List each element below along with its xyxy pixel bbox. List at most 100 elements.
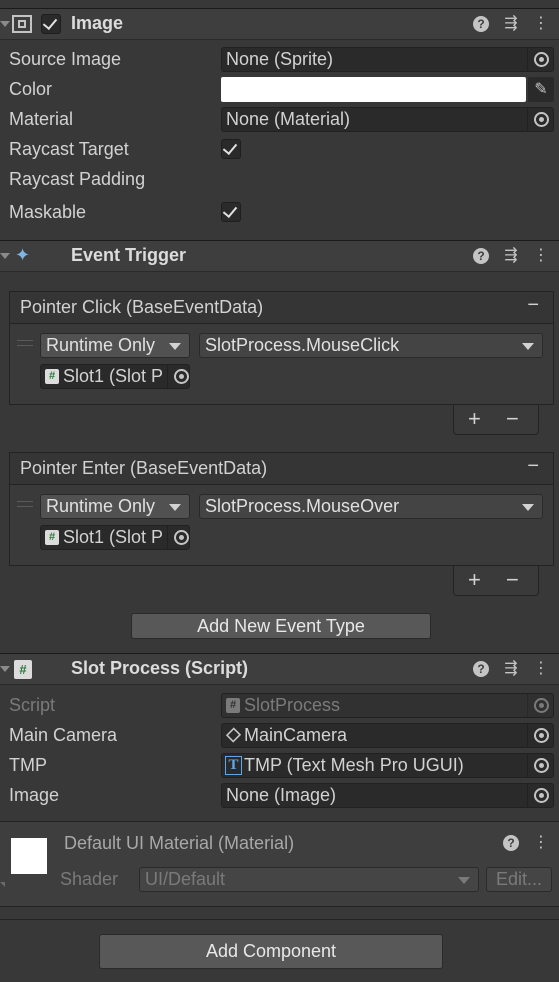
remove-listener-button[interactable]: −	[506, 567, 519, 593]
help-icon[interactable]: ?	[473, 248, 489, 264]
foldout-arrow-icon[interactable]	[0, 253, 10, 259]
more-options-icon[interactable]: ⋮	[533, 247, 549, 265]
image-enabled-checkbox[interactable]	[41, 14, 61, 34]
component-title: Event Trigger	[71, 245, 187, 265]
main-camera-value: MainCamera	[244, 725, 348, 745]
raycast-target-checkbox[interactable]	[221, 139, 241, 159]
image-component-icon	[12, 15, 32, 33]
script-icon: #	[14, 660, 32, 679]
more-options-icon[interactable]: ⋮	[533, 834, 549, 852]
remove-listener-button[interactable]: −	[506, 406, 519, 432]
script-label: Script	[9, 695, 56, 715]
runtime-mode-dropdown[interactable]: Runtime Only	[40, 494, 190, 519]
raycast-target-label: Raycast Target	[9, 139, 129, 159]
image-field[interactable]: None (Image)	[221, 783, 554, 808]
shader-value: UI/Default	[145, 869, 226, 889]
source-image-value: None (Sprite)	[226, 49, 334, 69]
source-image-field[interactable]: None (Sprite)	[221, 47, 554, 72]
checkmark-icon	[222, 202, 238, 219]
presets-icon[interactable]: ⇶	[503, 247, 519, 265]
object-picker-icon[interactable]	[527, 108, 553, 131]
slot-process-header[interactable]: # Slot Process (Script) ? ⇶ ⋮	[0, 653, 559, 685]
chevron-down-icon	[169, 504, 181, 511]
script-icon: #	[226, 698, 240, 713]
foldout-arrow-icon[interactable]	[0, 882, 5, 887]
material-preview-thumbnail	[11, 838, 47, 874]
raycast-padding-foldout[interactable]: Raycast Padding	[9, 169, 145, 190]
chevron-down-icon	[169, 343, 181, 350]
event-entry-title: Pointer Click (BaseEventData)	[20, 297, 264, 317]
target-object-field[interactable]: # Slot1 (Slot P	[40, 525, 190, 550]
object-picker-icon[interactable]	[167, 365, 189, 388]
image-component-header[interactable]: Image ? ⇶ ⋮	[0, 8, 559, 40]
event-trigger-header[interactable]: ✦ Event Trigger ? ⇶ ⋮	[0, 240, 559, 272]
runtime-mode-value: Runtime Only	[46, 335, 156, 355]
shader-label: Shader	[60, 869, 119, 889]
object-picker-icon[interactable]	[527, 784, 553, 807]
shader-dropdown[interactable]: UI/Default	[139, 867, 479, 892]
object-picker-icon	[527, 694, 553, 717]
foldout-arrow-icon[interactable]	[0, 666, 10, 672]
target-object-field[interactable]: # Slot1 (Slot P	[40, 364, 190, 389]
add-listener-button[interactable]: +	[468, 567, 481, 593]
tmp-value: TMP (Text Mesh Pro UGUI)	[244, 755, 464, 775]
remove-event-button[interactable]: −	[527, 455, 539, 478]
help-icon[interactable]: ?	[473, 16, 489, 32]
event-entry-title: Pointer Enter (BaseEventData)	[20, 458, 268, 478]
material-field[interactable]: None (Material)	[221, 107, 554, 132]
object-picker-icon[interactable]	[167, 526, 189, 549]
chevron-down-icon	[522, 343, 534, 350]
target-object-value: Slot1 (Slot P	[63, 366, 164, 386]
runtime-mode-value: Runtime Only	[46, 496, 156, 516]
help-icon[interactable]: ?	[473, 661, 489, 677]
material-label: Material	[9, 109, 74, 129]
event-trigger-icon: ✦	[15, 245, 31, 265]
presets-icon[interactable]: ⇶	[503, 660, 519, 678]
drag-handle-icon[interactable]	[17, 501, 33, 507]
main-camera-field[interactable]: MainCamera	[221, 723, 554, 748]
divider	[0, 919, 559, 920]
add-listener-button[interactable]: +	[468, 406, 481, 432]
object-picker-icon[interactable]	[527, 754, 553, 777]
shader-edit-button[interactable]: Edit...	[486, 867, 552, 892]
source-image-label: Source Image	[9, 49, 122, 69]
function-value: SlotProcess.MouseClick	[205, 335, 400, 355]
runtime-mode-dropdown[interactable]: Runtime Only	[40, 333, 190, 358]
target-object-value: Slot1 (Slot P	[63, 527, 164, 547]
event-entry-header: Pointer Click (BaseEventData) −	[10, 292, 553, 324]
function-dropdown[interactable]: SlotProcess.MouseClick	[199, 333, 543, 358]
drag-handle-icon[interactable]	[17, 340, 33, 346]
listener-controls: + −	[453, 566, 539, 596]
script-field: # SlotProcess	[221, 693, 554, 718]
object-picker-icon[interactable]	[527, 724, 553, 747]
add-new-event-type-button[interactable]: Add New Event Type	[131, 613, 431, 639]
material-title: Default UI Material (Material)	[64, 833, 295, 853]
script-value: SlotProcess	[244, 695, 341, 715]
function-value: SlotProcess.MouseOver	[205, 496, 400, 516]
chevron-down-icon	[458, 877, 470, 884]
more-options-icon[interactable]: ⋮	[533, 15, 549, 33]
text-mesh-pro-icon: T	[225, 756, 242, 775]
remove-event-button[interactable]: −	[527, 294, 539, 317]
function-dropdown[interactable]: SlotProcess.MouseOver	[199, 494, 543, 519]
image-value: None (Image)	[226, 785, 337, 805]
image-label: Image	[9, 785, 60, 805]
maskable-label: Maskable	[9, 202, 87, 222]
eyedropper-icon[interactable]: ✎	[528, 77, 554, 102]
checkmark-icon	[42, 14, 58, 31]
checkmark-icon	[222, 139, 238, 156]
more-options-icon[interactable]: ⋮	[533, 660, 549, 678]
tmp-field[interactable]: T TMP (Text Mesh Pro UGUI)	[221, 753, 554, 778]
component-title: Slot Process (Script)	[71, 658, 249, 678]
event-entry-pointer-enter: Pointer Enter (BaseEventData) − Runtime …	[9, 452, 554, 566]
help-icon[interactable]: ?	[503, 835, 519, 851]
event-entry-header: Pointer Enter (BaseEventData) −	[10, 453, 553, 485]
maskable-checkbox[interactable]	[221, 202, 241, 222]
color-swatch[interactable]	[221, 77, 526, 102]
chevron-down-icon	[522, 504, 534, 511]
foldout-arrow-icon[interactable]	[0, 21, 10, 27]
object-picker-icon[interactable]	[527, 48, 553, 71]
add-component-button[interactable]: Add Component	[99, 934, 443, 969]
script-icon: #	[45, 530, 59, 545]
presets-icon[interactable]: ⇶	[503, 15, 519, 33]
